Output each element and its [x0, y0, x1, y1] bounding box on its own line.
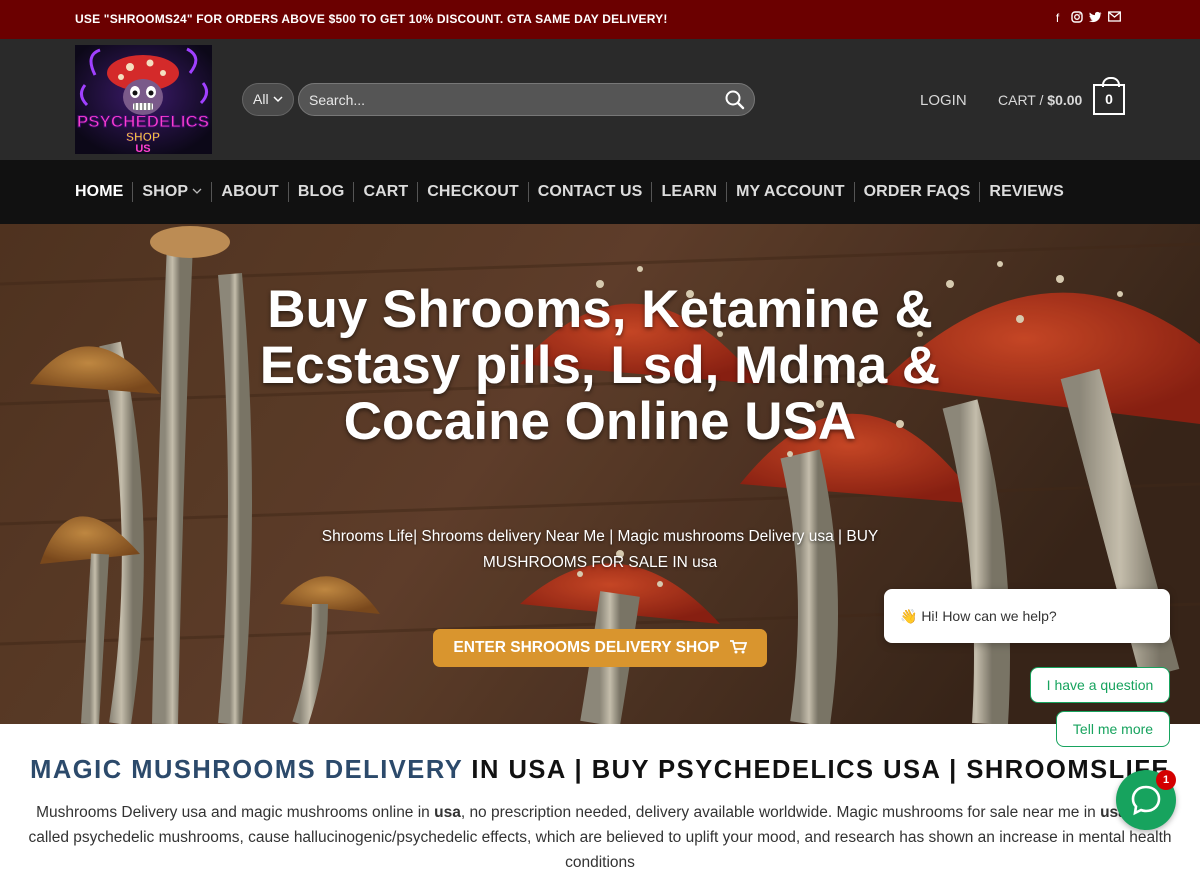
- chat-icon: [1130, 784, 1162, 821]
- body-text-bold: usa: [434, 804, 461, 821]
- nav-item-shop[interactable]: SHOP: [142, 182, 213, 202]
- chevron-down-icon: [273, 84, 283, 126]
- search-category-value: All: [253, 91, 269, 107]
- social-links: f: [1051, 11, 1121, 25]
- instagram-icon[interactable]: [1070, 11, 1083, 25]
- cart-total: $0.00: [1047, 92, 1083, 108]
- hero-title: Buy Shrooms, Ketamine & Ecstasy pills, L…: [259, 280, 941, 451]
- cart-label: CART /: [998, 92, 1044, 108]
- promo-bar: USE "SHROOMS24" FOR ORDERS ABOVE $500 TO…: [0, 0, 1200, 39]
- cart-icon: [729, 631, 747, 669]
- section-body: Mushrooms Delivery usa and magic mushroo…: [20, 800, 1180, 875]
- enter-shop-button[interactable]: ENTER SHROOMS DELIVERY SHOP: [433, 629, 767, 667]
- logo-text-line3: US: [135, 143, 150, 154]
- nav-item-cart[interactable]: CART: [363, 182, 419, 202]
- nav-item-home[interactable]: HOME: [75, 182, 134, 202]
- facebook-icon[interactable]: f: [1051, 11, 1064, 25]
- body-text-part: Mushrooms Delivery usa and magic mushroo…: [36, 804, 435, 821]
- nav-item-about[interactable]: ABOUT: [221, 182, 289, 202]
- nav-item-my-account[interactable]: MY ACCOUNT: [736, 182, 855, 202]
- section-heading: MAGIC MUSHROOMS DELIVERY IN USA | BUY PS…: [0, 756, 1200, 785]
- chevron-down-icon: [192, 183, 202, 200]
- twitter-icon[interactable]: [1089, 11, 1102, 25]
- nav-item-shop-label: SHOP: [142, 183, 188, 200]
- search-category-select[interactable]: All: [242, 83, 294, 116]
- cart-link[interactable]: CART / $0.00: [998, 92, 1082, 108]
- chat-option-tell-more-button[interactable]: Tell me more: [1056, 711, 1170, 747]
- enter-shop-button-label: ENTER SHROOMS DELIVERY SHOP: [453, 639, 720, 656]
- hero-banner: Buy Shrooms, Ketamine & Ecstasy pills, L…: [0, 224, 1200, 724]
- chat-option-question-button[interactable]: I have a question: [1030, 667, 1170, 703]
- login-link[interactable]: LOGIN: [920, 92, 967, 109]
- logo-text-line2: SHOP: [126, 130, 160, 144]
- site-logo[interactable]: PSYCHEDELICS SHOP US: [75, 45, 212, 154]
- search-bar: [298, 83, 755, 116]
- promo-text: USE "SHROOMS24" FOR ORDERS ABOVE $500 TO…: [75, 12, 668, 26]
- cart-count-badge[interactable]: 0: [1093, 77, 1125, 115]
- chat-notification-badge: 1: [1156, 770, 1176, 790]
- nav-item-checkout[interactable]: CHECKOUT: [427, 182, 529, 202]
- search-icon[interactable]: [724, 89, 746, 111]
- email-icon[interactable]: [1108, 11, 1121, 25]
- site-header: PSYCHEDELICS SHOP US All LOGIN CART / $0…: [0, 39, 1200, 160]
- section-heading-rest: IN USA | BUY PSYCHEDELICS USA | SHROOMSL…: [462, 756, 1170, 784]
- chat-greeting-bubble[interactable]: 👋 Hi! How can we help?: [884, 589, 1170, 643]
- main-nav: HOME SHOP ABOUT BLOG CART CHECKOUT CONTA…: [0, 160, 1200, 224]
- hero-subtitle: Shrooms Life| Shrooms delivery Near Me |…: [321, 528, 879, 571]
- body-text-part: , no prescription needed, delivery avail…: [460, 804, 1101, 821]
- nav-item-order-faqs[interactable]: ORDER FAQS: [864, 182, 981, 202]
- nav-item-contact-us[interactable]: CONTACT US: [538, 182, 653, 202]
- nav-item-learn[interactable]: LEARN: [661, 182, 728, 202]
- nav-item-reviews[interactable]: REVIEWS: [989, 182, 1073, 202]
- section-heading-highlight: MAGIC MUSHROOMS DELIVERY: [30, 756, 463, 784]
- logo-text-line1: PSYCHEDELICS: [77, 112, 209, 131]
- search-input[interactable]: [309, 84, 709, 115]
- nav-item-blog[interactable]: BLOG: [298, 182, 355, 202]
